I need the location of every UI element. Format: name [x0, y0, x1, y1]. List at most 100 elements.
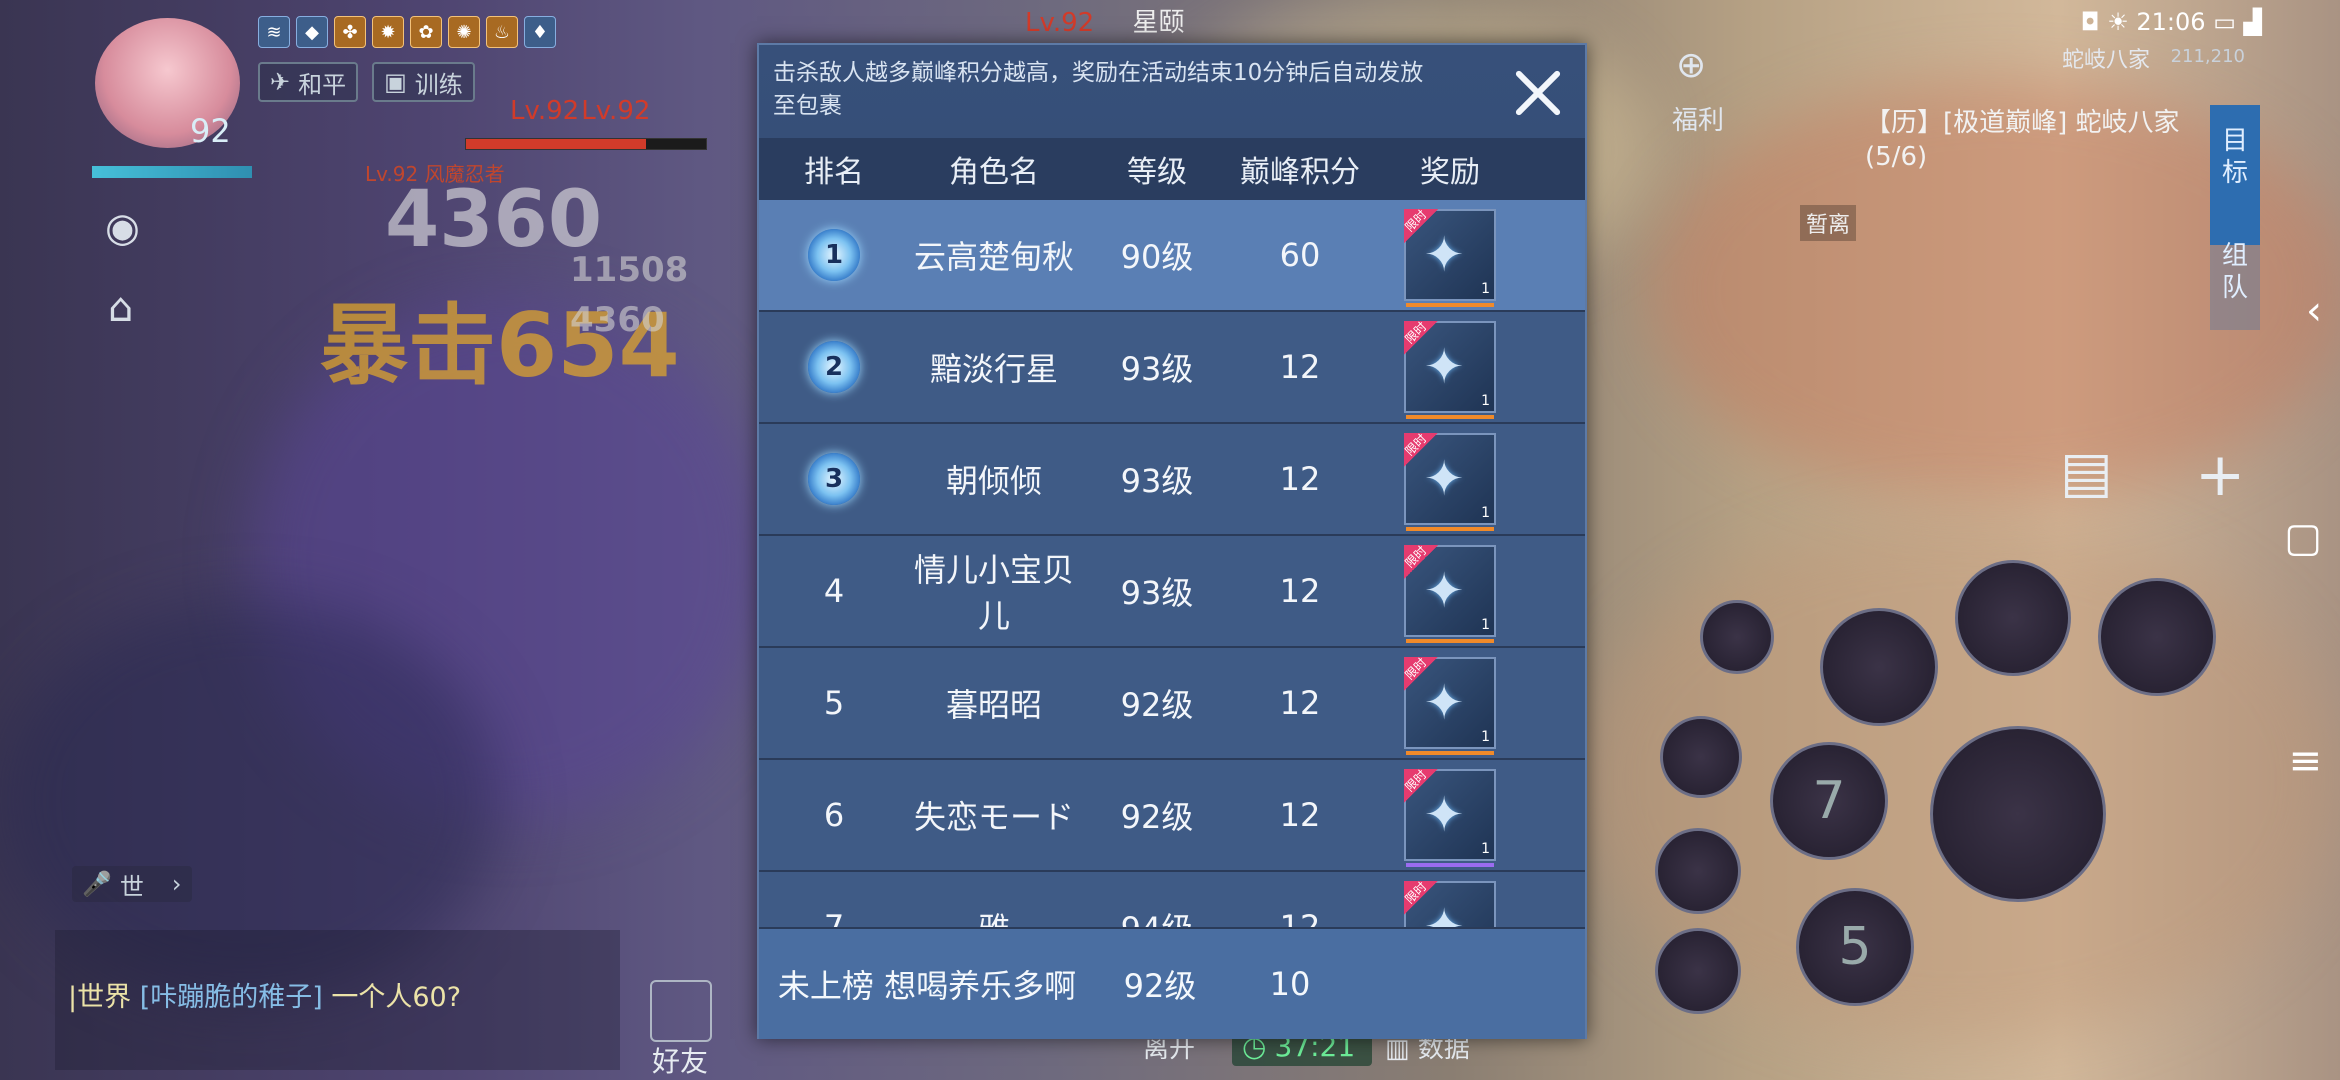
player-name-cell[interactable]: 情儿小宝贝儿 [909, 545, 1079, 637]
my-score: 10 [1269, 965, 1311, 1003]
rarity-bar [1406, 415, 1494, 419]
weapon-icon[interactable] [1655, 828, 1741, 914]
cup-buff-icon: ♨ [486, 16, 518, 48]
level-cell: 92级 [1120, 686, 1194, 724]
limited-tag: 限时 [1402, 431, 1438, 467]
train-mode-label: 训练 [414, 70, 463, 99]
chat-sender[interactable]: [咔蹦脆的稚子] [140, 982, 323, 1013]
quest-tracker[interactable]: 【历】[极道巅峰] 蛇岐八家 (5/6) [1865, 106, 2180, 174]
reward-count: 1 [1481, 281, 1490, 297]
limited-tag-label: 限时 [1402, 431, 1430, 459]
chevron-right-icon: › [171, 870, 182, 898]
skill-button[interactable] [2098, 578, 2216, 696]
header-reward: 奖励 [1420, 155, 1480, 190]
reward-count: 1 [1481, 393, 1490, 409]
clock-time: 21:06 [2136, 8, 2206, 36]
menu-nav-icon[interactable]: ≡ [2288, 738, 2322, 784]
limited-tag-label: 限时 [1402, 655, 1430, 683]
chat-text: 一个人60? [331, 982, 462, 1013]
limited-tag-label: 限时 [1402, 879, 1430, 907]
home-nav-icon[interactable]: ▢ [2284, 515, 2322, 561]
eye-icon[interactable]: ◉ [105, 205, 140, 251]
rank-cell: 5 [823, 684, 845, 722]
tab-target[interactable]: 目标 [2210, 105, 2260, 245]
tab-team[interactable]: 组队 [2210, 240, 2260, 330]
skill-button[interactable] [1820, 608, 1938, 726]
player-hp-bar [92, 166, 252, 178]
skill-button[interactable] [1955, 560, 2071, 676]
table-row[interactable]: 1 云高楚甸秋 90级 60 ✦ 限时 1 [759, 200, 1585, 312]
reward-item[interactable]: ✦限时1 [1402, 207, 1496, 307]
voice-channel-button[interactable]: 🎤 世 › [72, 866, 192, 902]
score-cell: 12 [1279, 572, 1321, 610]
bag-icon[interactable]: ▤ [2060, 440, 2113, 505]
target-icon[interactable] [1655, 928, 1741, 1014]
friends-icon[interactable] [650, 980, 712, 1042]
skill-7-button[interactable]: 7 [1770, 742, 1888, 860]
enemy-level: Lv.92Lv.92 [510, 96, 651, 126]
rarity-bar [1406, 863, 1494, 867]
table-row[interactable]: 5 暮昭昭 92级 12 ✦ 限时 1 [759, 648, 1585, 760]
reward-item[interactable]: ✦限时1 [1402, 655, 1496, 755]
damage-number: 4360 [570, 300, 665, 340]
score-cell: 12 [1279, 460, 1321, 498]
voice-channel-label: 世 [119, 872, 144, 901]
header-score: 巅峰积分 [1240, 155, 1360, 190]
skill-5-button[interactable]: 5 [1796, 888, 1914, 1006]
player-name-cell[interactable]: 云高楚甸秋 [909, 232, 1079, 278]
table-row[interactable]: 4 情儿小宝贝儿 93级 12 ✦ 限时 1 [759, 536, 1585, 648]
player-name-cell[interactable]: 暮昭昭 [909, 680, 1079, 726]
damage-number: 11508 [570, 250, 689, 290]
dove-icon: ✈ [270, 68, 291, 96]
status-bar: ◘ ☀ 21:06 ▭ ▟ [2081, 8, 2262, 36]
close-icon[interactable] [1511, 65, 1565, 119]
table-row[interactable]: 2 黯淡行星 93级 12 ✦ 限时 1 [759, 312, 1585, 424]
back-nav-icon[interactable]: ‹ [2306, 288, 2322, 334]
welfare-icon[interactable]: ⊕ [1676, 45, 1706, 86]
table-row[interactable]: 3 朝倾倾 93级 12 ✦ 限时 1 [759, 424, 1585, 536]
reward-item[interactable]: ✦限时1 [1402, 767, 1496, 867]
camera-icon: ◘ [2080, 8, 2100, 36]
player-name-cell[interactable]: 朝倾倾 [909, 456, 1079, 502]
rank-cell: 4 [823, 572, 845, 610]
level-cell: 93级 [1120, 574, 1194, 612]
peace-mode-button[interactable]: ✈ 和平 [258, 62, 359, 102]
signal-icon: ▟ [2243, 8, 2262, 36]
flower-buff-icon: ✤ [334, 16, 366, 48]
reward-count: 1 [1481, 729, 1490, 745]
reward-item[interactable]: ✦限时1 [1402, 543, 1496, 643]
quest-progress: (5/6) [1865, 142, 1928, 172]
reward-cell: ✦限时1 [1365, 319, 1535, 419]
limited-tag: 限时 [1402, 767, 1438, 803]
score-cell: 12 [1279, 348, 1321, 386]
player-name-cell[interactable]: 失恋モード [909, 792, 1079, 838]
my-rank-info: 未上榜 想喝养乐多啊 [759, 961, 1095, 1007]
sword-icon[interactable] [1660, 716, 1742, 798]
table-header: 排名 角色名 等级 巅峰积分 奖励 [759, 138, 1585, 200]
rarity-bar [1406, 751, 1494, 755]
reward-cell: ✦限时1 [1365, 543, 1535, 643]
limited-tag-label: 限时 [1402, 319, 1430, 347]
reward-item[interactable]: ✦限时1 [1402, 319, 1496, 419]
rank-cell: 1 [759, 229, 909, 281]
ranking-list[interactable]: 1 云高楚甸秋 90级 60 ✦ 限时 1 2 黯淡行星 93级 12 ✦ 限时 1 3 朝倾倾 93级 12 ✦ 限… [759, 200, 1585, 970]
player-name-cell[interactable]: 黯淡行星 [909, 344, 1079, 390]
plus-icon[interactable]: + [2195, 440, 2245, 510]
swap-icon[interactable] [1700, 600, 1774, 674]
table-row[interactable]: 6 失恋モード 92级 12 ✦ 限时 1 [759, 760, 1585, 872]
reward-cell: ✦限时1 [1365, 431, 1535, 531]
reward-count: 1 [1481, 841, 1490, 857]
home-icon[interactable]: ⌂ [108, 285, 133, 331]
attack-button[interactable] [1930, 726, 2106, 902]
limited-tag: 限时 [1402, 207, 1438, 243]
reward-cell: ✦限时1 [1365, 655, 1535, 755]
reward-count: 1 [1481, 617, 1490, 633]
train-mode-button[interactable]: ▣ 训练 [372, 62, 475, 102]
location-name: 蛇岐八家 [2061, 48, 2150, 73]
rank-medal-icon: 3 [808, 453, 860, 505]
limited-tag-label: 限时 [1402, 543, 1430, 571]
rarity-bar [1406, 303, 1494, 307]
header-level: 等级 [1127, 155, 1187, 190]
welfare-label[interactable]: 福利 [1672, 100, 1724, 137]
reward-item[interactable]: ✦限时1 [1402, 431, 1496, 531]
